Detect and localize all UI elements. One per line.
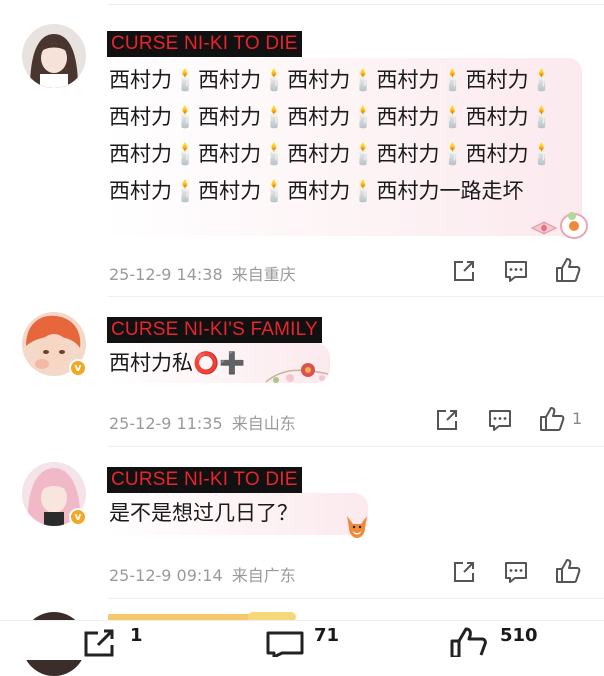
top-divider — [108, 4, 604, 5]
comment-location: 来自山东 — [231, 414, 296, 433]
verified-badge-icon: v — [69, 359, 87, 377]
fox-sticker-icon — [347, 516, 367, 538]
comment-text: 西村力🕯️西村力🕯️西村力🕯️西村力🕯️西村力🕯️西村力🕯️西村力🕯️西村力🕯️… — [109, 68, 555, 203]
like-count: 1 — [572, 409, 583, 428]
comment-icon — [505, 261, 527, 282]
reply-button[interactable] — [486, 406, 514, 434]
comment-icon[interactable] — [264, 627, 306, 657]
bow-sticker-icon — [530, 212, 588, 239]
comment-count: 71 — [314, 625, 340, 646]
thumbs-up-icon — [540, 407, 565, 431]
share-icon — [454, 562, 474, 582]
user-badge[interactable]: CURSE NI-KI TO DIE — [107, 31, 302, 57]
divider — [108, 598, 604, 599]
avatar-image — [22, 24, 86, 88]
share-button[interactable] — [450, 257, 478, 285]
like-button[interactable] — [554, 557, 582, 585]
like-button[interactable] — [554, 256, 582, 284]
comment-location: 来自广东 — [231, 566, 296, 585]
flower-sticker-icon — [265, 363, 329, 383]
comment-text: 是不是想过几日了？ — [109, 501, 298, 525]
comment-meta: 25-12-9 11:35 来自山东 — [109, 410, 296, 434]
comment-meta: 25-12-9 09:14 来自广东 — [109, 562, 296, 586]
share-icon — [437, 410, 457, 430]
like-button[interactable] — [538, 405, 566, 433]
share-button[interactable] — [450, 558, 478, 586]
reply-button[interactable] — [502, 558, 530, 586]
divider — [108, 296, 604, 297]
comment-time: 25-12-9 11:35 — [109, 414, 223, 433]
share-button[interactable] — [433, 406, 461, 434]
thumbs-up-icon — [556, 559, 581, 583]
comment-location: 来自重庆 — [231, 265, 296, 284]
comment-time: 25-12-9 14:38 — [109, 265, 223, 284]
like-count: 510 — [500, 625, 538, 646]
user-badge[interactable]: CURSE NI-KI'S FAMILY — [107, 317, 322, 343]
share-count: 1 — [130, 625, 143, 646]
reply-button[interactable] — [502, 257, 530, 285]
user-badge[interactable]: CURSE NI-KI TO DIE — [107, 467, 302, 493]
divider — [108, 446, 604, 447]
comment-time: 25-12-9 09:14 — [109, 566, 223, 585]
verified-badge-icon: v — [69, 508, 87, 526]
comment-icon — [505, 562, 527, 583]
share-icon — [454, 261, 474, 281]
avatar[interactable] — [22, 24, 86, 88]
share-icon[interactable] — [80, 627, 120, 657]
comment-icon — [489, 410, 511, 431]
thumbs-up-icon[interactable] — [448, 627, 490, 657]
comment-meta: 25-12-9 14:38 来自重庆 — [109, 261, 296, 285]
bottom-action-bar: 1 71 510 — [0, 620, 604, 660]
thumbs-up-icon — [556, 258, 581, 282]
